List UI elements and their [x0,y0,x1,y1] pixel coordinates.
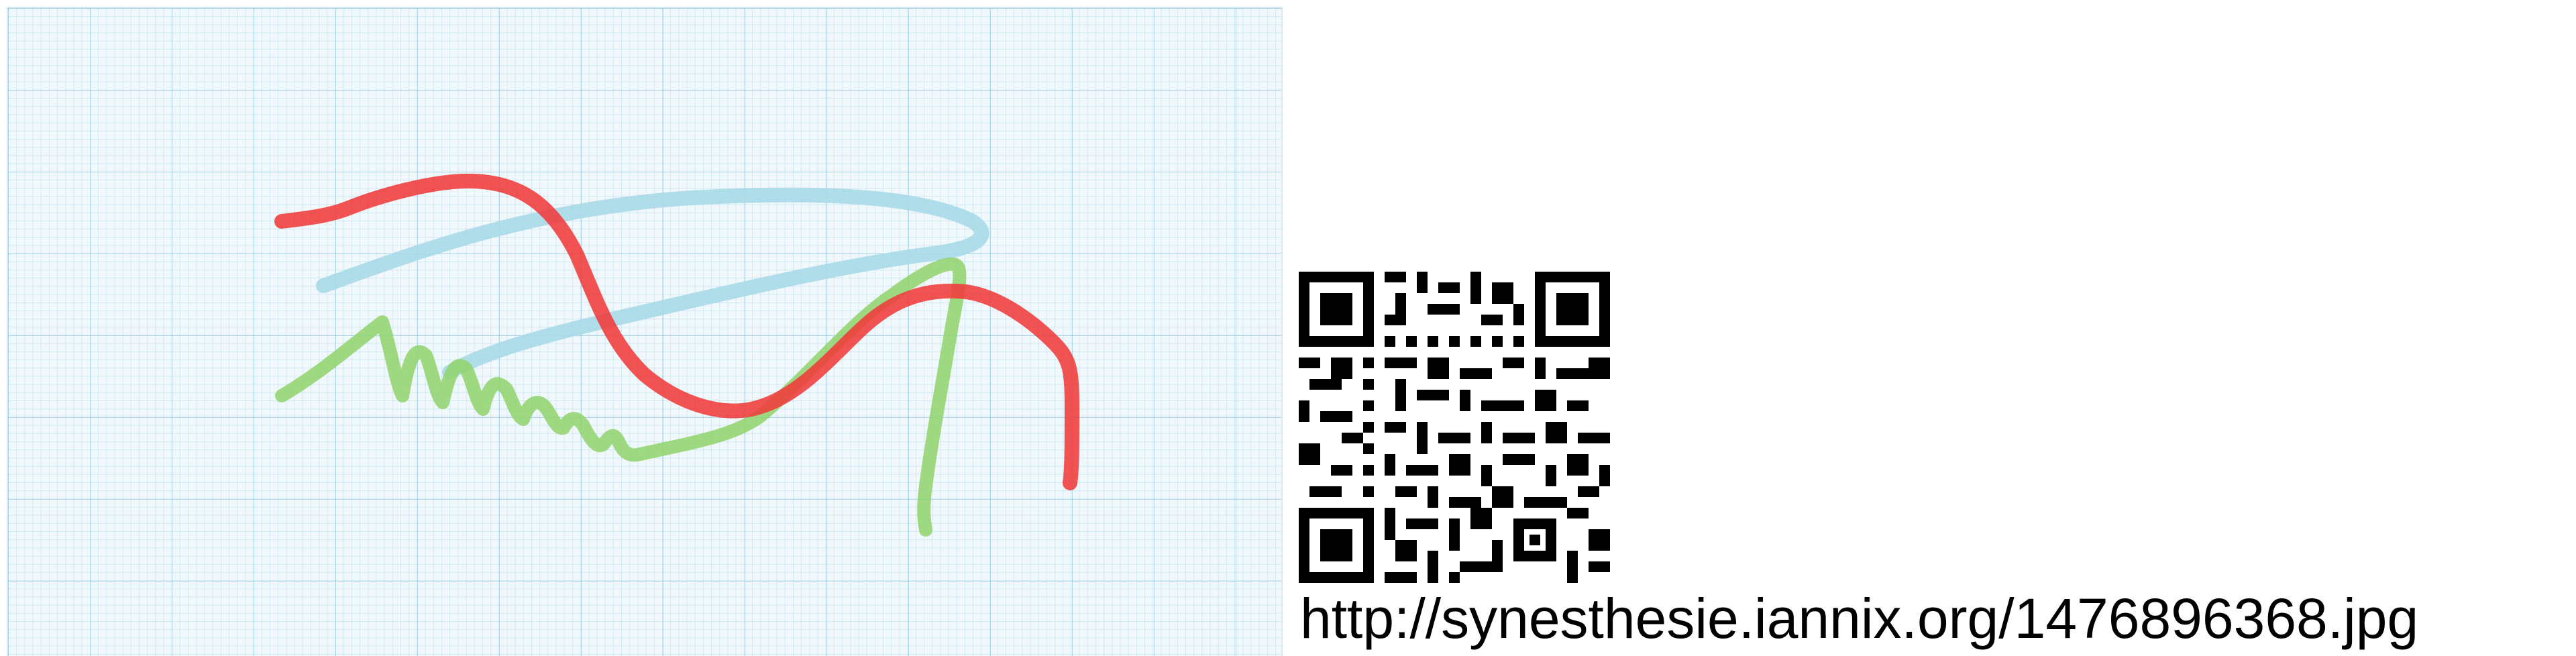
image-url-caption: http://synesthesie.iannix.org/1476896368… [1300,587,2419,650]
qr-code-icon [1299,272,1610,583]
drawing-strokes [274,173,1079,537]
green-stroke [275,257,967,537]
page: http://synesthesie.iannix.org/1476896368… [0,0,2576,656]
